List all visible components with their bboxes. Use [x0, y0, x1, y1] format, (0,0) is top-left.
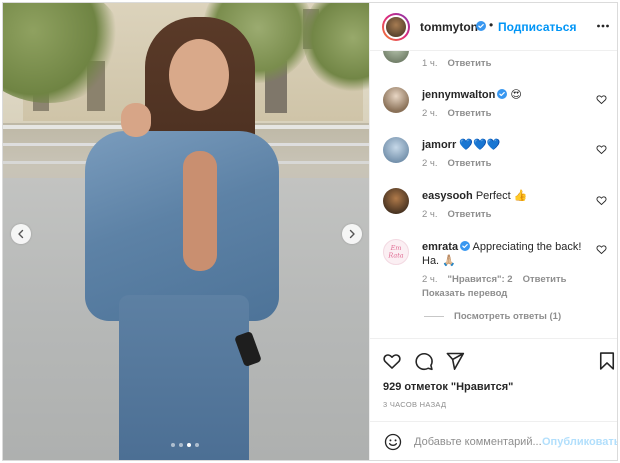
commenter-avatar[interactable]	[383, 87, 409, 113]
heart-icon[interactable]	[596, 94, 607, 105]
carousel-dot	[179, 443, 183, 447]
comment-time: 2 ч.	[422, 158, 438, 169]
comment-icon[interactable]	[414, 351, 434, 371]
translation-row: Показать перевод	[422, 288, 507, 299]
comment-item: jamorr 💙💙💙 2 ч. Ответить	[370, 135, 617, 175]
reply-button[interactable]: Ответить	[448, 209, 492, 220]
comment-meta: 2 ч. Ответить	[422, 158, 491, 169]
post-photo[interactable]	[3, 3, 369, 460]
comment-text: emrata Appreciating the back! Ha. 🙏🏼	[422, 240, 588, 268]
chevron-left-icon	[18, 229, 24, 239]
author-username[interactable]: tommyton	[420, 20, 478, 34]
photo-person-jeans	[119, 295, 249, 460]
view-replies-label: Посмотреть ответы (1)	[454, 311, 562, 322]
next-slide-button[interactable]	[342, 224, 362, 244]
view-replies-button[interactable]: Посмотреть ответы (1)	[424, 311, 561, 322]
comment-time: 2 ч.	[422, 108, 438, 119]
comment-text: easysooh Perfect 👍	[422, 189, 588, 203]
publish-button[interactable]: Опубликовать	[542, 436, 617, 448]
reply-button[interactable]: Ответить	[448, 108, 492, 119]
carousel-dot	[195, 443, 199, 447]
comment-username[interactable]: jamorr	[422, 139, 456, 151]
likes-count[interactable]: 929 отметок "Нравится"	[383, 381, 513, 393]
comment-likes-count[interactable]: "Нравится": 2	[448, 274, 513, 285]
svg-text:Rata: Rata	[387, 252, 403, 260]
comment-input[interactable]	[414, 433, 544, 451]
verified-icon	[497, 89, 508, 99]
reply-button[interactable]: Ответить	[523, 274, 567, 285]
carousel-dot	[187, 443, 191, 447]
post-timestamp: 3 ЧАСОВ НАЗАД	[383, 400, 447, 409]
comment-content: 😍	[510, 89, 522, 101]
commenter-avatar[interactable]	[383, 51, 409, 63]
comment-meta: 2 ч. Ответить	[422, 108, 491, 119]
comment-item: Em Rata emrata Appreciating the back! Ha.…	[370, 237, 617, 307]
comment-time: 2 ч.	[422, 274, 438, 285]
comments-list: 1 ч. Ответить jennymwalton 😍 2 ч. Ответи…	[370, 51, 617, 338]
follow-button[interactable]: Подписаться	[498, 20, 576, 34]
photo-person-jacket	[85, 131, 279, 321]
comment-item: easysooh Perfect 👍 2 ч. Ответить	[370, 186, 617, 226]
comment-time: 1 ч.	[422, 58, 438, 69]
comment-meta: 2 ч. Ответить	[422, 209, 491, 220]
author-avatar[interactable]	[382, 13, 410, 41]
comment-text: jamorr 💙💙💙	[422, 138, 588, 152]
reply-button[interactable]: Ответить	[448, 158, 492, 169]
heart-icon[interactable]	[596, 244, 607, 255]
photo-person-hand	[121, 103, 151, 137]
post-sidebar: tommyton • Подписаться 1 ч. Ответить jen…	[369, 3, 617, 460]
verified-icon	[460, 241, 471, 251]
post-modal: tommyton • Подписаться 1 ч. Ответить jen…	[2, 2, 618, 461]
comment-item: jennymwalton 😍 2 ч. Ответить	[370, 85, 617, 125]
reply-button[interactable]: Ответить	[448, 58, 492, 69]
comment-content: Perfect 👍	[475, 190, 528, 202]
carousel-dot	[171, 443, 175, 447]
comment-item: 1 ч. Ответить	[370, 51, 617, 71]
photo-person-face	[169, 39, 229, 111]
comment-content: 💙💙💙	[459, 139, 501, 151]
previous-slide-button[interactable]	[11, 224, 31, 244]
comment-time: 2 ч.	[422, 209, 438, 220]
heart-icon[interactable]	[596, 144, 607, 155]
comment-username[interactable]: jennymwalton	[422, 89, 495, 101]
verified-icon	[476, 21, 486, 31]
share-icon[interactable]	[445, 351, 465, 371]
chevron-right-icon	[349, 229, 355, 239]
heart-icon[interactable]	[382, 351, 402, 371]
heart-icon[interactable]	[596, 195, 607, 206]
comment-meta: 1 ч. Ответить	[422, 58, 491, 69]
photo-person-torso	[183, 151, 217, 271]
more-icon[interactable]	[596, 19, 610, 33]
comment-text: jennymwalton 😍	[422, 88, 588, 102]
carousel-indicator	[171, 443, 199, 447]
comment-username[interactable]: easysooh	[422, 190, 473, 202]
comment-username[interactable]: emrata	[422, 241, 458, 253]
emoji-icon[interactable]	[384, 433, 402, 451]
separator-dot: •	[489, 18, 494, 32]
comment-meta: 2 ч. "Нравится": 2 Ответить	[422, 274, 567, 285]
avatar-logo: EmRata	[387, 244, 403, 260]
replies-divider	[424, 316, 444, 317]
post-actions: 929 отметок "Нравится" 3 ЧАСОВ НАЗАД	[370, 338, 617, 409]
commenter-avatar[interactable]	[383, 137, 409, 163]
commenter-avatar[interactable]: Em Rata	[383, 239, 409, 265]
show-translation-button[interactable]: Показать перевод	[422, 288, 507, 299]
post-header: tommyton • Подписаться	[370, 3, 617, 51]
bookmark-icon[interactable]	[597, 351, 617, 371]
commenter-avatar[interactable]	[383, 188, 409, 214]
comment-composer: Опубликовать	[370, 421, 617, 460]
